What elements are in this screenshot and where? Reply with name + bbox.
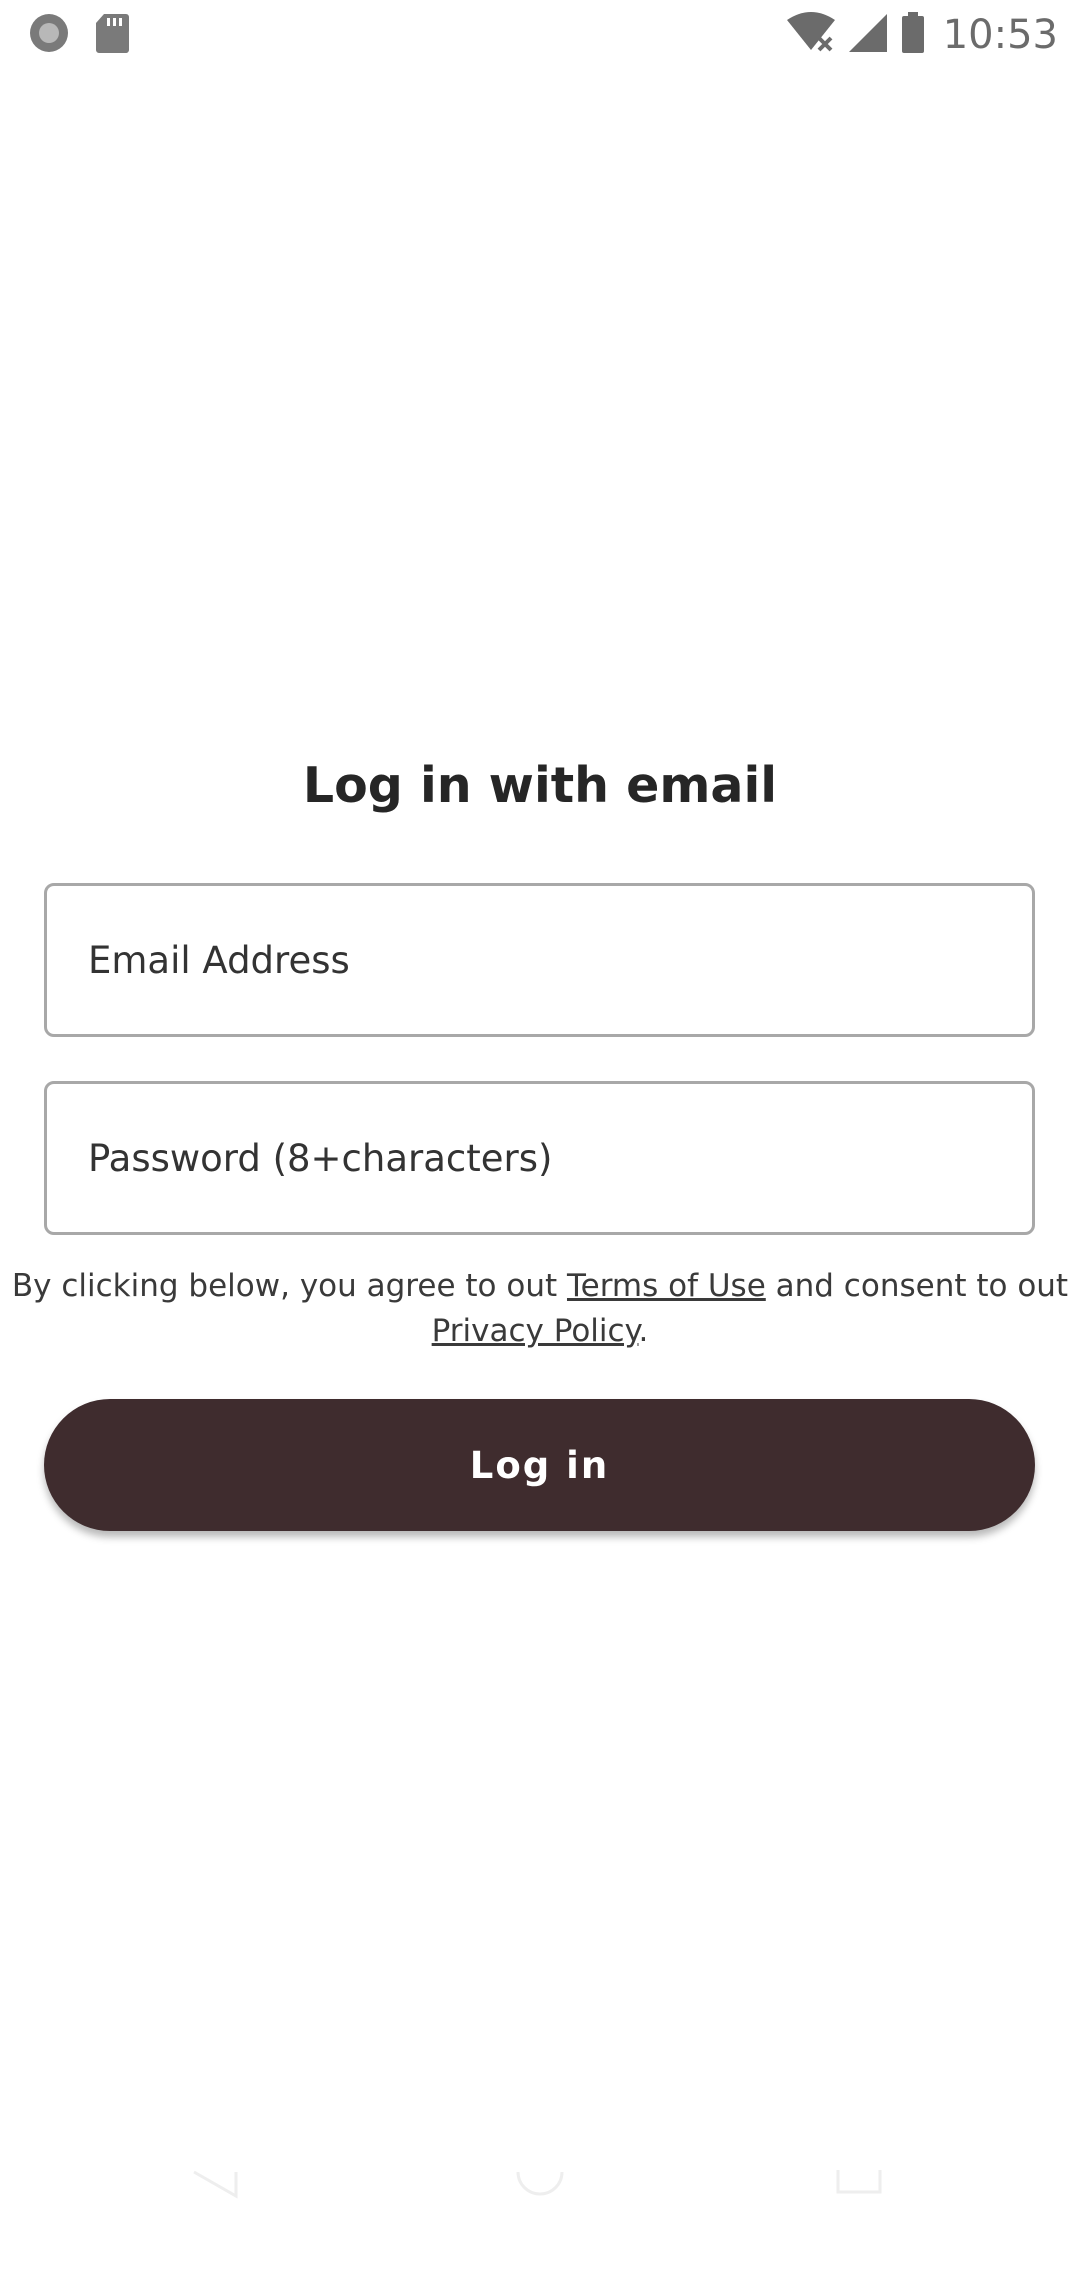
back-icon[interactable] [190,2170,250,2205]
terms-of-use-link[interactable]: Terms of Use [567,1268,766,1304]
home-icon[interactable] [510,2170,570,2205]
email-field[interactable] [47,886,1032,1034]
page-title: Log in with email [302,757,778,814]
status-time: 10:53 [942,11,1058,58]
terms-notice: By clicking below, you agree to out Term… [0,1264,1080,1354]
battery-icon [899,10,927,59]
privacy-policy-link[interactable]: Privacy Policy [432,1313,639,1349]
record-indicator-icon [28,12,70,59]
terms-middle: and consent to out [765,1268,1069,1304]
terms-prefix: By clicking below, you agree to out [11,1268,567,1304]
login-button[interactable]: Log in [44,1399,1035,1531]
status-right-icons: 10:53 [785,10,1058,59]
status-left-icons [28,12,130,59]
email-field-container [44,883,1035,1037]
recents-icon[interactable] [830,2170,890,2205]
password-field-container [44,1081,1035,1235]
navigation-bar [0,2170,1080,2280]
sd-card-icon [94,12,130,59]
status-bar: 10:53 [0,0,1080,66]
cellular-signal-icon [847,10,889,59]
wifi-no-internet-icon [785,10,837,59]
password-field[interactable] [47,1084,1032,1232]
terms-suffix: . [638,1313,649,1349]
